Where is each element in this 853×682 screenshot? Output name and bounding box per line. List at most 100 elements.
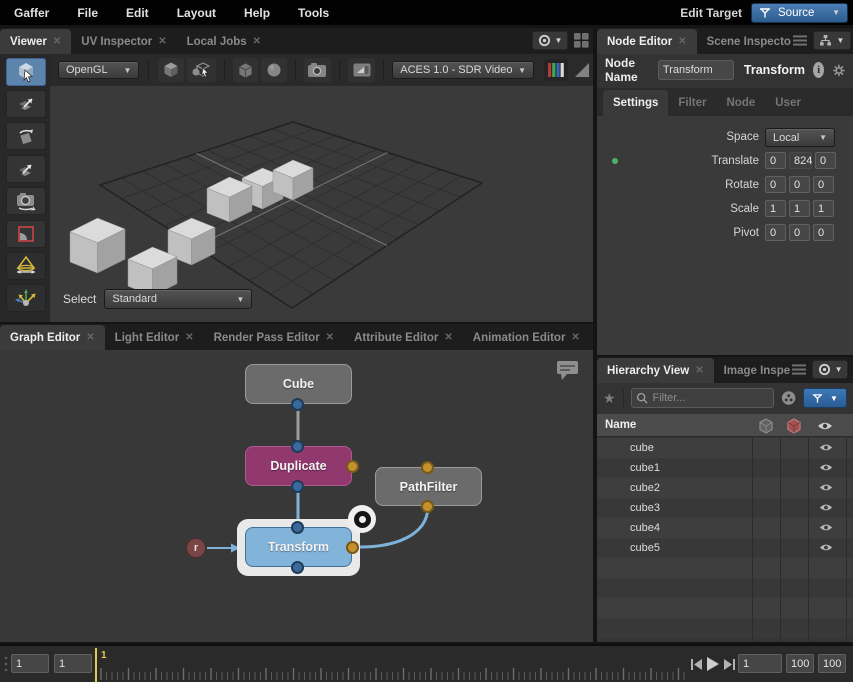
- viewport-3d[interactable]: Select Standard ▼: [50, 86, 593, 322]
- menu-gaffer[interactable]: Gaffer: [0, 6, 63, 20]
- shading-mode-button[interactable]: [158, 58, 183, 82]
- scale-tool-button[interactable]: [6, 155, 46, 183]
- tab-user[interactable]: User: [765, 90, 811, 116]
- edit-target-dropdown[interactable]: Source ▼: [751, 3, 848, 23]
- transform-input-plug[interactable]: [291, 521, 304, 534]
- renderer-dropdown[interactable]: OpenGL ▼: [58, 61, 139, 79]
- transform-output-plug[interactable]: [291, 561, 304, 574]
- list-icon[interactable]: [792, 364, 806, 375]
- current-frame-field[interactable]: 1: [738, 654, 782, 673]
- tab-local-jobs[interactable]: Local Jobs ✕: [177, 29, 271, 54]
- pivot-x-field[interactable]: 0: [765, 224, 786, 241]
- expansion-button[interactable]: [233, 58, 258, 82]
- hierarchy-row-cube3[interactable]: cube3: [597, 498, 853, 518]
- filter-mode-button[interactable]: ▼: [803, 388, 847, 408]
- skip-to-end-icon[interactable]: [723, 658, 736, 671]
- node-reference-r[interactable]: r: [186, 538, 206, 558]
- menu-tools[interactable]: Tools: [284, 6, 343, 20]
- visibility-eye-icon[interactable]: [819, 463, 833, 472]
- close-icon[interactable]: ✕: [253, 36, 261, 47]
- hierarchy-row-cube5[interactable]: cube5: [597, 538, 853, 558]
- pivot-y-field[interactable]: 0: [789, 224, 810, 241]
- close-icon[interactable]: ✕: [53, 36, 61, 47]
- tab-scene-inspector[interactable]: Scene Inspecto: [697, 29, 793, 54]
- close-icon[interactable]: ✕: [678, 36, 686, 47]
- scale-x-field[interactable]: 1: [765, 200, 786, 217]
- hierarchy-row-cube4[interactable]: cube4: [597, 518, 853, 538]
- tab-graph-editor[interactable]: Graph Editor ✕: [0, 325, 105, 350]
- translate-y-field[interactable]: 824: [789, 152, 812, 169]
- close-icon[interactable]: ✕: [158, 36, 166, 47]
- frame-range-start-field[interactable]: 1: [11, 654, 49, 673]
- info-icon[interactable]: i: [813, 62, 824, 78]
- display-transform-dropdown[interactable]: ACES 1.0 - SDR Video ▼: [392, 61, 534, 79]
- annotation-bubble-icon[interactable]: [556, 360, 580, 382]
- lighting-button[interactable]: [261, 58, 286, 82]
- rotate-x-field[interactable]: 0: [765, 176, 786, 193]
- tab-filter[interactable]: Filter: [668, 90, 716, 116]
- translate-tool-button[interactable]: [6, 90, 46, 118]
- node-editor-mode-button[interactable]: ▼: [813, 31, 851, 50]
- tab-node[interactable]: Node: [717, 90, 766, 116]
- layout-grid-icon[interactable]: [574, 33, 589, 48]
- select-tool-button[interactable]: [6, 58, 46, 86]
- close-icon[interactable]: ✕: [326, 332, 334, 343]
- menu-edit[interactable]: Edit: [112, 6, 163, 20]
- duplicate-input-plug[interactable]: [291, 440, 304, 453]
- pathfilter-output-plug[interactable]: [421, 500, 434, 513]
- playback-range-end-field[interactable]: 100: [786, 654, 814, 673]
- hierarchy-row-cube2[interactable]: cube2: [597, 478, 853, 498]
- close-icon[interactable]: ✕: [571, 332, 579, 343]
- node-graph-canvas[interactable]: Cube Duplicate PathFilter Transform: [0, 350, 593, 642]
- scale-z-field[interactable]: 1: [813, 200, 834, 217]
- visibility-eye-icon[interactable]: [819, 503, 833, 512]
- rotate-z-field[interactable]: 0: [813, 176, 834, 193]
- close-icon[interactable]: ✕: [444, 332, 452, 343]
- selection-mask-button[interactable]: [187, 58, 216, 82]
- scale-y-field[interactable]: 1: [789, 200, 810, 217]
- menu-help[interactable]: Help: [230, 6, 284, 20]
- hierarchy-target-menu-button[interactable]: ▼: [812, 360, 848, 379]
- transform-filter-plug[interactable]: [346, 541, 359, 554]
- duplicate-output-plug[interactable]: [291, 480, 304, 493]
- viewer-target-menu-button[interactable]: ▼: [532, 31, 568, 50]
- collapse-all-icon[interactable]: [781, 390, 796, 406]
- tab-hierarchy-view[interactable]: Hierarchy View ✕: [597, 358, 714, 383]
- render-cube-column-icon[interactable]: [786, 418, 802, 434]
- tab-settings[interactable]: Settings: [603, 90, 668, 116]
- translate-z-field[interactable]: 0: [815, 152, 836, 169]
- name-column-header[interactable]: Name: [597, 419, 636, 431]
- visibility-eye-icon[interactable]: [819, 523, 833, 532]
- crop-window-tool-button[interactable]: [6, 220, 46, 248]
- tab-light-editor[interactable]: Light Editor ✕: [105, 325, 204, 350]
- tab-render-pass-editor[interactable]: Render Pass Editor ✕: [204, 325, 344, 350]
- hierarchy-row-cube1[interactable]: cube1: [597, 458, 853, 478]
- timeline-grip[interactable]: [3, 655, 9, 673]
- bookmarks-star-icon[interactable]: ★: [603, 390, 616, 407]
- rotate-y-field[interactable]: 0: [789, 176, 810, 193]
- play-icon[interactable]: [706, 656, 720, 672]
- rotate-tool-button[interactable]: [6, 122, 46, 150]
- tab-uv-inspector[interactable]: UV Inspector ✕: [71, 29, 176, 54]
- node-name-input[interactable]: [658, 60, 734, 80]
- close-icon[interactable]: ✕: [86, 332, 94, 343]
- menu-file[interactable]: File: [63, 6, 112, 20]
- exposure-gamma-button[interactable]: [572, 59, 593, 81]
- visibility-eye-icon[interactable]: [819, 483, 833, 492]
- tab-viewer[interactable]: Viewer ✕: [0, 29, 71, 54]
- list-icon[interactable]: [793, 35, 807, 46]
- menu-layout[interactable]: Layout: [163, 6, 230, 20]
- frame-range-end-field[interactable]: 100: [818, 654, 846, 673]
- cube-output-plug[interactable]: [291, 398, 304, 411]
- visibility-eye-icon[interactable]: [819, 443, 833, 452]
- visibility-eye-column-icon[interactable]: [817, 421, 833, 431]
- transform-gizmo-tool-button[interactable]: [6, 284, 46, 312]
- hierarchy-filter-input[interactable]: [631, 388, 774, 408]
- tab-animation-editor[interactable]: Animation Editor ✕: [463, 325, 590, 350]
- camera-tool-button[interactable]: [6, 187, 46, 215]
- tab-node-editor[interactable]: Node Editor ✕: [597, 29, 697, 54]
- space-dropdown[interactable]: Local ▼: [765, 128, 835, 147]
- visibility-eye-icon[interactable]: [819, 543, 833, 552]
- playback-range-start-field[interactable]: 1: [54, 654, 92, 673]
- hierarchy-row-cube[interactable]: cube: [597, 438, 853, 458]
